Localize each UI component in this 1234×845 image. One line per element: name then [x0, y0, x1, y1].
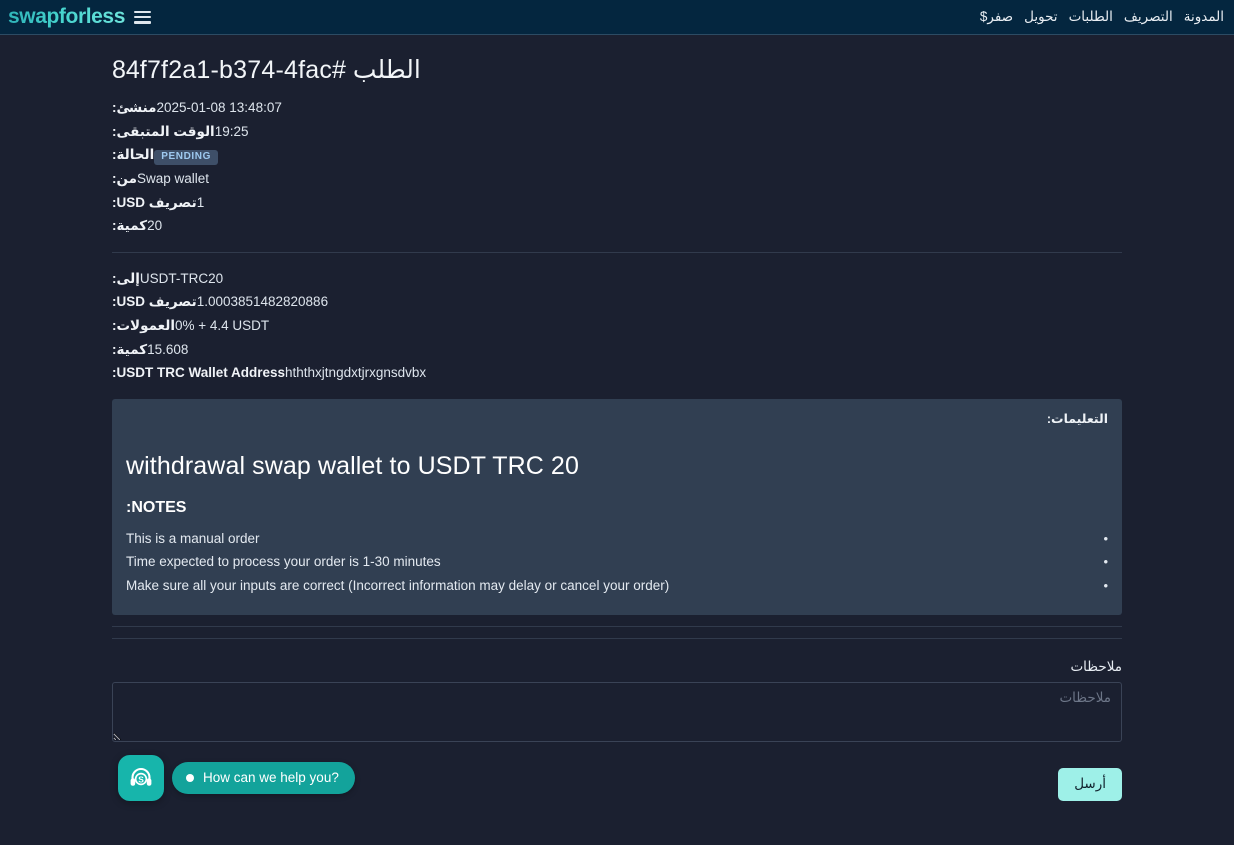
source-detail-label: منشئ: [112, 96, 156, 120]
nav-links: المدونة التصريف الطلبات تحويل صفر$ [980, 9, 1224, 25]
brand-area: swapforless [8, 5, 151, 29]
source-detail-row: الحالة:PENDING [112, 143, 1122, 167]
hamburger-bar-2 [134, 16, 151, 19]
submit-button[interactable]: أرسل [1058, 768, 1122, 801]
target-detail-row: إلى:USDT-TRC20 [112, 267, 1122, 291]
source-detail-value: 2025-01-08 13:48:07 [156, 96, 281, 120]
page-title: الطلب #84f7f2a1-b374-4fac [112, 55, 1122, 86]
target-detail-value: 0% + 4.4 USDT [175, 314, 269, 338]
instructions-note-item: Time expected to process your order is 1… [126, 550, 1108, 574]
source-detail-row: من:Swap wallet [112, 167, 1122, 191]
target-detail-value: 1.0003851482820886 [197, 290, 328, 314]
section-divider-3 [112, 638, 1122, 639]
source-detail-row: تصريف USD:1 [112, 191, 1122, 215]
source-detail-label: كمية: [112, 214, 147, 238]
section-divider-2 [112, 626, 1122, 627]
instructions-label: التعليمات: [126, 411, 1108, 426]
target-detail-row: تصريف USD:1.0003851482820886 [112, 290, 1122, 314]
chat-bubble[interactable]: How can we help you? [172, 762, 355, 794]
section-divider-1 [112, 252, 1122, 253]
target-detail-label: كمية: [112, 338, 147, 362]
source-detail-label: الوقت المتبقى: [112, 120, 215, 144]
source-detail-row: منشئ:2025-01-08 13:48:07 [112, 96, 1122, 120]
notes-input[interactable] [112, 682, 1122, 742]
source-detail-value: 20 [147, 214, 162, 238]
source-detail-value: Swap wallet [137, 167, 209, 191]
source-detail-value: PENDING [154, 143, 218, 167]
nav-link-balance[interactable]: صفر$ [980, 9, 1013, 25]
instructions-notes-title: NOTES: [126, 499, 1108, 517]
source-detail-row: الوقت المتبقى:19:25 [112, 120, 1122, 144]
target-detail-row: العمولات:0% + 4.4 USDT [112, 314, 1122, 338]
nav-link-transfer[interactable]: تحويل [1024, 9, 1057, 25]
target-detail-label: USDT TRC Wallet Address: [112, 361, 285, 385]
source-detail-value: 1 [197, 191, 205, 215]
nav-link-orders[interactable]: الطلبات [1069, 9, 1113, 25]
target-detail-label: العمولات: [112, 314, 175, 338]
target-detail-label: تصريف USD: [112, 290, 197, 314]
chat-status-dot-icon [186, 774, 194, 782]
target-detail-row: كمية:15.608 [112, 338, 1122, 362]
target-detail-label: إلى: [112, 267, 140, 291]
nav-link-exchange[interactable]: التصريف [1124, 9, 1173, 25]
notes-label: ملاحظات [112, 659, 1122, 675]
source-details: منشئ:2025-01-08 13:48:07الوقت المتبقى:19… [112, 96, 1122, 238]
instructions-panel: التعليمات: withdrawal swap wallet to USD… [112, 399, 1122, 616]
top-navbar: swapforless المدونة التصريف الطلبات تحوي… [0, 0, 1234, 35]
chat-widget: S How can we help you? [118, 755, 355, 801]
support-headset-icon[interactable]: S [118, 755, 164, 801]
chat-bubble-text: How can we help you? [203, 770, 339, 785]
source-detail-label: من: [112, 167, 137, 191]
brand-logo[interactable]: swapforless [8, 5, 125, 29]
source-detail-row: كمية:20 [112, 214, 1122, 238]
nav-link-blog[interactable]: المدونة [1184, 9, 1224, 25]
hamburger-icon[interactable] [134, 11, 151, 24]
order-page: الطلب #84f7f2a1-b374-4fac منشئ:2025-01-0… [112, 35, 1122, 801]
target-detail-value: hththxjtngdxtjrxgnsdvbx [285, 361, 426, 385]
target-details: إلى:USDT-TRC20تصريف USD:1.00038514828208… [112, 267, 1122, 385]
target-detail-value: USDT-TRC20 [140, 267, 223, 291]
target-detail-value: 15.608 [147, 338, 188, 362]
status-badge: PENDING [154, 150, 218, 165]
source-detail-label: الحالة: [112, 143, 154, 167]
source-detail-label: تصريف USD: [112, 191, 197, 215]
instructions-headline: withdrawal swap wallet to USDT TRC 20 [126, 452, 1108, 481]
hamburger-bar-3 [134, 21, 151, 24]
instructions-note-item: This is a manual order [126, 527, 1108, 551]
hamburger-bar-1 [134, 11, 151, 14]
source-detail-value: 19:25 [215, 120, 249, 144]
instructions-notes-list: This is a manual orderTime expected to p… [126, 527, 1108, 598]
instructions-note-item: Make sure all your inputs are correct (I… [126, 574, 1108, 598]
target-detail-row: USDT TRC Wallet Address:hththxjtngdxtjrx… [112, 361, 1122, 385]
svg-text:S: S [138, 775, 144, 785]
